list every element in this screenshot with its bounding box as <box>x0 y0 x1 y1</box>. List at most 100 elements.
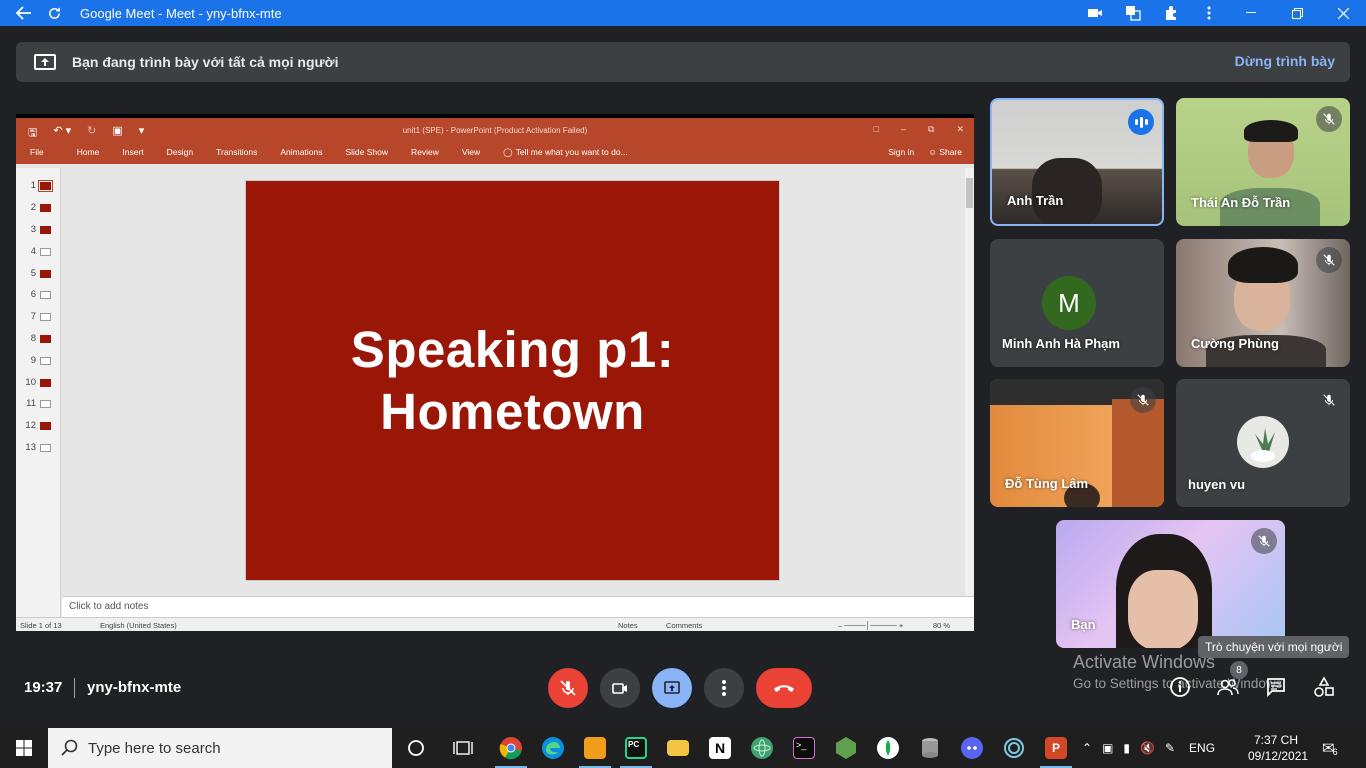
slide-thumb: 13 <box>22 442 51 453</box>
participant-tile[interactable]: M Minh Anh Hà Phạm <box>990 239 1164 367</box>
taskbar-app[interactable] <box>575 728 615 768</box>
ppt-tab: View <box>461 147 481 157</box>
mic-off-icon <box>1251 528 1277 554</box>
notification-center[interactable]: ✉ 6 <box>1322 728 1338 768</box>
slide-thumb: 3 <box>22 224 51 235</box>
taskbar-search-input[interactable]: Type here to search <box>48 728 392 768</box>
more-options-button[interactable] <box>704 668 744 708</box>
app-icon <box>584 737 606 759</box>
camera-toggle-button[interactable] <box>600 668 640 708</box>
ppt-share-label: Share <box>939 147 962 157</box>
volume-muted-icon[interactable]: 🔇 <box>1140 741 1155 755</box>
input-language[interactable]: ENG <box>1189 741 1215 755</box>
battery-icon[interactable]: ▮ <box>1123 741 1130 755</box>
videocam-icon <box>612 683 627 694</box>
participant-tile[interactable]: Đỗ Tùng Lâm <box>990 379 1164 507</box>
pen-icon[interactable]: ✎ <box>1165 741 1175 755</box>
minimize-icon[interactable] <box>1228 0 1274 26</box>
self-tile[interactable]: Bạn <box>1056 520 1285 648</box>
participant-tile[interactable]: huyen vu <box>1176 379 1350 507</box>
present-button[interactable] <box>652 668 692 708</box>
leave-call-button[interactable] <box>756 668 812 708</box>
participant-tile[interactable]: Cường Phùng <box>1176 239 1350 367</box>
stop-presenting-button[interactable]: Dừng trình bày <box>1235 53 1335 69</box>
cortana-circle-icon <box>408 740 424 756</box>
mic-off-icon <box>1316 387 1342 413</box>
windows-taskbar: Type here to search PC N >_ P ⌃ ▣ ▮ 🔇 ✎ … <box>0 728 1366 768</box>
ppt-statusbar: Slide 1 of 13 English (United States) No… <box>16 617 974 631</box>
slide-thumb: 2 <box>22 202 51 213</box>
chat-button[interactable] <box>1264 675 1288 699</box>
ppt-share: ☺ Share <box>928 147 962 157</box>
camera-indicator-icon[interactable] <box>1076 0 1114 26</box>
people-button[interactable] <box>1216 675 1240 699</box>
taskbar-chrome[interactable] <box>491 728 531 768</box>
meeting-code: yny-bfnx-mte <box>87 679 182 696</box>
extensions-icon[interactable] <box>1152 0 1190 26</box>
taskbar-notion[interactable]: N <box>700 728 740 768</box>
search-placeholder: Type here to search <box>88 739 221 757</box>
activities-icon <box>1314 676 1334 697</box>
atom-icon <box>751 737 773 759</box>
taskbar-atom[interactable] <box>742 728 782 768</box>
slide-thumb: 4 <box>22 246 51 257</box>
taskbar-file-explorer[interactable] <box>658 728 698 768</box>
back-arrow-icon[interactable] <box>12 0 36 26</box>
taskbar-powerpoint[interactable]: P <box>1036 728 1076 768</box>
mic-toggle-button[interactable] <box>548 668 588 708</box>
powerpoint-icon: P <box>1045 737 1067 759</box>
translate-icon[interactable] <box>1114 0 1152 26</box>
taskbar-clock[interactable]: 7:37 CH 09/12/2021 <box>1248 732 1308 764</box>
reload-icon[interactable] <box>42 0 66 26</box>
more-vert-icon <box>722 680 726 696</box>
ppt-sign-in: Sign in <box>888 147 915 157</box>
chat-tooltip: Trò chuyện với mọi người <box>1198 636 1350 658</box>
activities-button[interactable] <box>1312 675 1336 699</box>
ppt-restore-icon: ⧉ <box>928 124 935 134</box>
edge-icon <box>542 737 564 759</box>
slide-counter: Slide 1 of 13 <box>20 621 62 630</box>
close-icon[interactable] <box>1320 0 1366 26</box>
participant-name: Đỗ Tùng Lâm <box>1005 476 1089 491</box>
participant-name: Thái An Đỗ Trần <box>1191 195 1291 210</box>
system-tray: ⌃ ▣ ▮ 🔇 ✎ ENG <box>1082 728 1215 768</box>
ppt-tab: File <box>30 147 44 157</box>
zoom-slider: – ────│───── + <box>838 621 904 630</box>
ppt-window-title: unit1 (SPE) - PowerPoint (Product Activa… <box>402 126 588 135</box>
task-view-button[interactable] <box>443 728 483 768</box>
meeting-clock: 19:37 <box>24 679 63 696</box>
mongodb-icon <box>877 737 899 759</box>
taskbar-discord[interactable] <box>952 728 992 768</box>
mic-off-icon <box>1130 387 1156 413</box>
slide-title: Speaking p1: Hometown <box>350 320 675 440</box>
meeting-details-button[interactable] <box>1168 675 1192 699</box>
slide-thumb: 6 <box>22 289 51 300</box>
more-vert-icon[interactable] <box>1190 0 1228 26</box>
comments-toggle: Comments <box>666 621 703 630</box>
taskbar-edge[interactable] <box>533 728 573 768</box>
cortana-button[interactable] <box>396 728 436 768</box>
lightbulb-icon: ◯ <box>503 147 513 157</box>
present-to-all-icon <box>664 681 680 694</box>
tell-me-field: Tell me what you want to do... <box>515 147 628 157</box>
participant-tile[interactable]: Anh Trần <box>990 98 1164 226</box>
taskbar-node[interactable] <box>826 728 866 768</box>
ppt-ribbon: 🖫 ↶ ▾ ↻ ▣ ▾ unit1 (SPE) - PowerPoint (Pr… <box>16 118 974 164</box>
taskbar-pycharm[interactable]: PC <box>616 728 656 768</box>
participant-name: huyen vu <box>1188 477 1246 492</box>
participant-name: Minh Anh Hà Phạm <box>1002 336 1120 351</box>
taskbar-app-rings[interactable] <box>994 728 1034 768</box>
participant-tile[interactable]: Thái An Đỗ Trần <box>1176 98 1350 226</box>
folder-icon <box>667 740 689 756</box>
notification-count: 6 <box>1332 747 1338 757</box>
taskbar-mongodb[interactable] <box>868 728 908 768</box>
avatar: M <box>1042 276 1096 330</box>
slide-thumb: 10 <box>22 377 51 388</box>
language-label: English (United States) <box>100 621 177 630</box>
meet-camera-tray-icon[interactable]: ▣ <box>1102 741 1113 755</box>
taskbar-database[interactable] <box>910 728 950 768</box>
restore-icon[interactable] <box>1274 0 1320 26</box>
taskbar-terminal[interactable]: >_ <box>784 728 824 768</box>
chevron-up-icon[interactable]: ⌃ <box>1082 741 1092 755</box>
windows-start-button[interactable] <box>0 728 48 768</box>
